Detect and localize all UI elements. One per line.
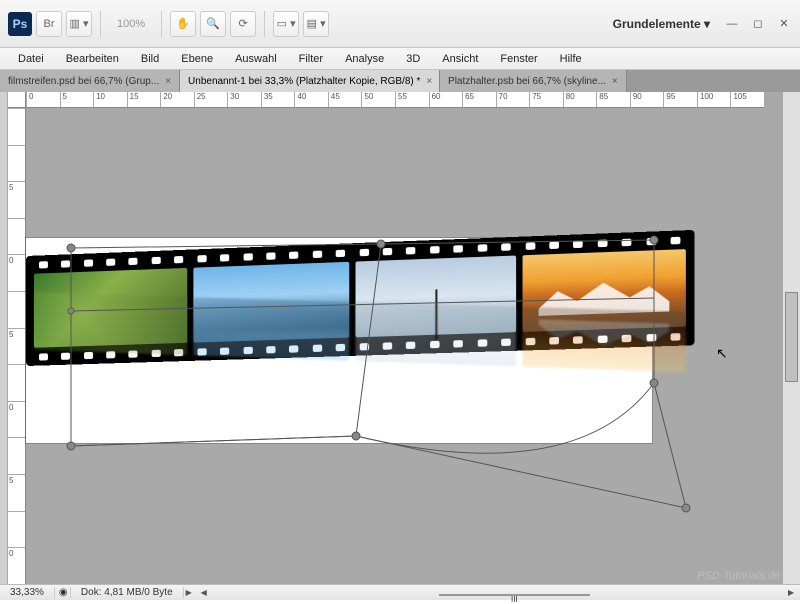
- menu-analyse[interactable]: Analyse: [335, 51, 394, 67]
- close-icon[interactable]: ×: [165, 76, 171, 87]
- hand-tool-icon[interactable]: ✋: [170, 11, 196, 37]
- doc-tab-1[interactable]: filmstreifen.psd bei 66,7% (Grup... ×: [0, 70, 180, 92]
- mouse-cursor: ↖: [716, 345, 728, 362]
- minimize-icon[interactable]: —: [724, 16, 740, 32]
- tool-strip: [0, 92, 8, 584]
- close-icon[interactable]: ×: [426, 76, 432, 87]
- tab-label: Unbenannt-1 bei 33,3% (Platzhalter Kopie…: [188, 76, 420, 87]
- doc-tab-2[interactable]: Unbenannt-1 bei 33,3% (Platzhalter Kopie…: [180, 70, 440, 92]
- menu-fenster[interactable]: Fenster: [490, 51, 547, 67]
- scrollbar-thumb[interactable]: [785, 292, 798, 382]
- zoom-tool-icon[interactable]: 🔍: [200, 11, 226, 37]
- vertical-scrollbar[interactable]: [782, 92, 800, 584]
- tab-label: filmstreifen.psd bei 66,7% (Grup...: [8, 76, 159, 87]
- zoom-level[interactable]: 100%: [109, 18, 153, 30]
- workspace-label: Grundelemente: [613, 17, 701, 31]
- status-menu-arrow[interactable]: ▶: [184, 588, 198, 597]
- document-tab-bar: filmstreifen.psd bei 66,7% (Grup... × Unb…: [0, 70, 800, 92]
- scroll-right-arrow[interactable]: ▶: [786, 588, 800, 597]
- extras-button[interactable]: ▤ ▾: [303, 11, 329, 37]
- arrange-button[interactable]: ▥ ▾: [66, 11, 92, 37]
- menu-ansicht[interactable]: Ansicht: [432, 51, 488, 67]
- doc-tab-3[interactable]: Platzhalter.psb bei 66,7% (skyline... ×: [440, 70, 627, 92]
- screen-mode-button[interactable]: ▭ ▾: [273, 11, 299, 37]
- status-icon[interactable]: ◉: [55, 587, 71, 598]
- ruler-corner: [8, 92, 26, 108]
- title-bar: Ps Br ▥ ▾ 100% ✋ 🔍 ⟳ ▭ ▾ ▤ ▾ Grundelemen…: [0, 0, 800, 48]
- rotate-view-icon[interactable]: ⟳: [230, 11, 256, 37]
- status-bar: 33,33% ◉ Dok: 4,81 MB/0 Byte ▶ ◀ III ▶: [0, 584, 800, 600]
- vertical-ruler: 505050: [8, 108, 26, 584]
- separator: [264, 11, 265, 37]
- bridge-button[interactable]: Br: [36, 11, 62, 37]
- menu-bar: Datei Bearbeiten Bild Ebene Auswahl Filt…: [0, 48, 800, 70]
- status-zoom[interactable]: 33,33%: [0, 587, 55, 598]
- canvas-viewport[interactable]: ↖: [26, 108, 764, 584]
- workspace-switcher[interactable]: Grundelemente ▾: [609, 17, 714, 31]
- menu-datei[interactable]: Datei: [8, 51, 54, 67]
- menu-hilfe[interactable]: Hilfe: [550, 51, 592, 67]
- close-icon[interactable]: ✕: [776, 16, 792, 32]
- separator: [100, 11, 101, 37]
- horizontal-ruler: 0510152025303540455055606570758085909510…: [26, 92, 764, 108]
- close-icon[interactable]: ×: [612, 76, 618, 87]
- scrollbar-thumb[interactable]: III: [439, 594, 589, 596]
- main-area: 0510152025303540455055606570758085909510…: [0, 92, 800, 584]
- menu-3d[interactable]: 3D: [396, 51, 430, 67]
- menu-auswahl[interactable]: Auswahl: [225, 51, 287, 67]
- app-logo: Ps: [8, 12, 32, 36]
- menu-filter[interactable]: Filter: [289, 51, 333, 67]
- menu-bild[interactable]: Bild: [131, 51, 169, 67]
- canvas-area[interactable]: 0510152025303540455055606570758085909510…: [8, 92, 782, 584]
- separator: [161, 11, 162, 37]
- menu-bearbeiten[interactable]: Bearbeiten: [56, 51, 129, 67]
- scroll-left-arrow[interactable]: ◀: [199, 588, 213, 597]
- maximize-icon[interactable]: ◻: [750, 16, 766, 32]
- status-doc-size[interactable]: Dok: 4,81 MB/0 Byte: [71, 587, 184, 598]
- menu-ebene[interactable]: Ebene: [171, 51, 223, 67]
- tab-label: Platzhalter.psb bei 66,7% (skyline...: [448, 76, 606, 87]
